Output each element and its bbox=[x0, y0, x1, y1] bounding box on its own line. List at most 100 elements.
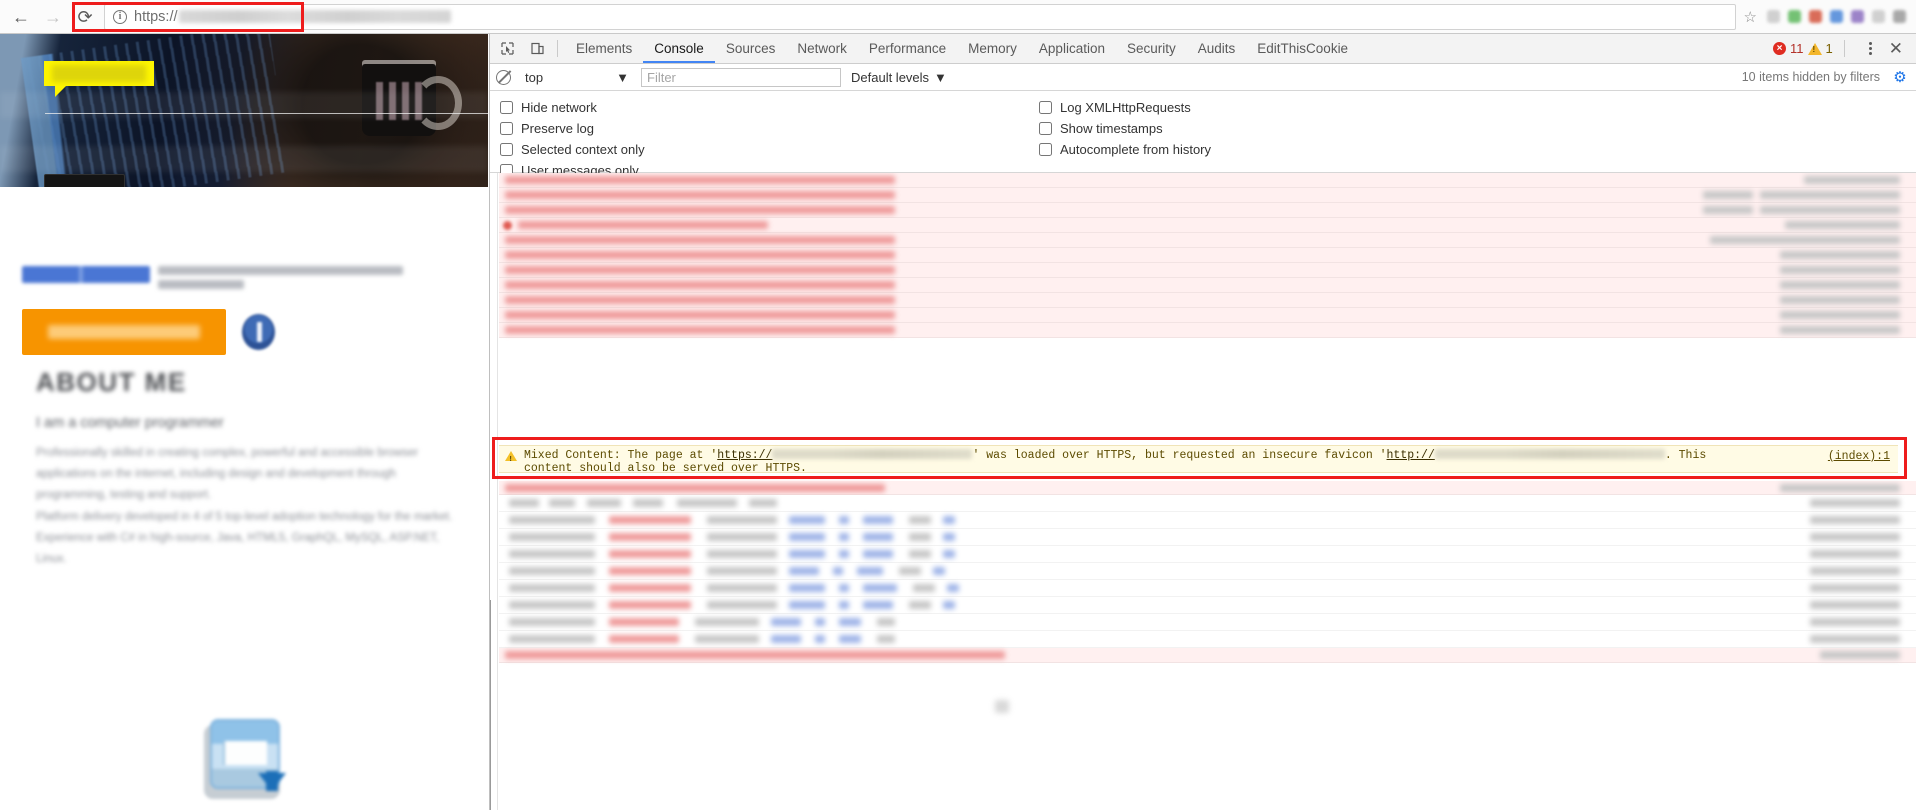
omnibox-wrapper: i https:// bbox=[104, 4, 1736, 30]
log-xhr-checkbox[interactable] bbox=[1039, 101, 1052, 114]
tab-console[interactable]: Console bbox=[643, 34, 715, 63]
console-error-row[interactable] bbox=[499, 203, 1916, 218]
download-free-guide-button[interactable] bbox=[22, 309, 226, 355]
status-divider bbox=[1844, 40, 1845, 57]
hero-banner bbox=[0, 34, 488, 187]
console-error-row[interactable] bbox=[499, 173, 1916, 188]
context-value: top bbox=[525, 70, 543, 85]
option-log-xhr[interactable]: Log XMLHttpRequests bbox=[1039, 97, 1211, 118]
console-error-row[interactable] bbox=[499, 648, 1916, 663]
source-link bbox=[1810, 618, 1900, 626]
option-preserve-log[interactable]: Preserve log bbox=[500, 118, 645, 139]
console-error-row[interactable] bbox=[499, 481, 1916, 495]
console-log-row[interactable] bbox=[499, 495, 1916, 512]
source-link-index[interactable]: (index):1 bbox=[1828, 450, 1890, 463]
option-hide-network[interactable]: Hide network bbox=[500, 97, 645, 118]
console-log-row[interactable] bbox=[499, 546, 1916, 563]
warning-part-2: ' was loaded over HTTPS, but requested a… bbox=[972, 449, 1386, 462]
source-link bbox=[1780, 281, 1900, 289]
console-error-row[interactable] bbox=[499, 323, 1916, 338]
star-icon[interactable]: ☆ bbox=[1744, 8, 1757, 26]
tab-audits[interactable]: Audits bbox=[1187, 34, 1247, 63]
reload-icon[interactable]: ⟳ bbox=[70, 3, 100, 31]
log-levels-dropdown[interactable]: Default levels ▼ bbox=[851, 70, 947, 85]
console-log-row[interactable] bbox=[499, 580, 1916, 597]
intro-badge-redacted bbox=[22, 266, 150, 283]
console-error-row[interactable] bbox=[499, 293, 1916, 308]
close-icon[interactable]: ✕ bbox=[1884, 40, 1908, 57]
hero-callout-redacted-text bbox=[52, 65, 146, 82]
win-dot-6 bbox=[1872, 10, 1885, 23]
chevron-down-icon-levels: ▼ bbox=[934, 70, 947, 85]
document-download-icon[interactable] bbox=[200, 717, 288, 805]
gear-icon[interactable]: ⚙ bbox=[1892, 69, 1908, 85]
win-dot-3 bbox=[1809, 10, 1822, 23]
kebab-menu-icon[interactable] bbox=[1862, 42, 1880, 55]
error-count-badge[interactable]: × 11 bbox=[1773, 41, 1804, 56]
filter-input[interactable] bbox=[641, 68, 841, 87]
tab-editthiscookie[interactable]: EditThisCookie bbox=[1246, 34, 1359, 63]
console-error-row[interactable] bbox=[499, 263, 1916, 278]
option-show-timestamps[interactable]: Show timestamps bbox=[1039, 118, 1211, 139]
https-link[interactable]: https:// bbox=[717, 449, 772, 462]
hide-network-checkbox[interactable] bbox=[500, 101, 513, 114]
console-log-row[interactable] bbox=[499, 614, 1916, 631]
web-page-viewport: ABOUT ME I am a computer programmer Prof… bbox=[0, 34, 488, 810]
console-error-row[interactable] bbox=[499, 278, 1916, 293]
source-link bbox=[1810, 533, 1900, 541]
console-message-list[interactable]: Mixed Content: The page at 'https://' wa… bbox=[490, 173, 1916, 810]
source-link bbox=[1810, 567, 1900, 575]
settings-column-left: Hide network Preserve log Selected conte… bbox=[500, 97, 645, 181]
console-log-row[interactable] bbox=[499, 631, 1916, 648]
console-error-row[interactable] bbox=[499, 218, 1916, 233]
preserve-log-checkbox[interactable] bbox=[500, 122, 513, 135]
about-paragraph-1: Professionally skilled in creating compl… bbox=[36, 443, 456, 506]
console-log-row[interactable] bbox=[499, 563, 1916, 580]
address-bar[interactable]: i https:// bbox=[104, 4, 1736, 30]
hidden-items-note: 10 items hidden by filters bbox=[1742, 70, 1880, 84]
tab-network[interactable]: Network bbox=[786, 34, 858, 63]
tab-application[interactable]: Application bbox=[1028, 34, 1116, 63]
hide-network-label: Hide network bbox=[521, 100, 597, 115]
warning-triangle-icon bbox=[505, 451, 517, 461]
back-arrow-icon[interactable]: ← bbox=[6, 3, 36, 31]
console-log-row[interactable] bbox=[499, 512, 1916, 529]
info-circle-icon[interactable]: i bbox=[113, 10, 127, 24]
hero-yellow-callout bbox=[44, 61, 154, 86]
mixed-content-warning-row[interactable]: Mixed Content: The page at 'https://' wa… bbox=[499, 445, 1898, 473]
tab-elements[interactable]: Elements bbox=[565, 34, 643, 63]
console-log-row[interactable] bbox=[499, 597, 1916, 614]
console-log-row[interactable] bbox=[499, 529, 1916, 546]
tab-security[interactable]: Security bbox=[1116, 34, 1187, 63]
inspect-element-icon[interactable] bbox=[494, 36, 520, 62]
show-timestamps-checkbox[interactable] bbox=[1039, 122, 1052, 135]
facebook-icon[interactable] bbox=[242, 314, 275, 350]
http-link[interactable]: http:// bbox=[1387, 449, 1435, 462]
source-link bbox=[1785, 221, 1900, 229]
option-autocomplete-history[interactable]: Autocomplete from history bbox=[1039, 139, 1211, 160]
devtools-tabbar: Elements Console Sources Network Perform… bbox=[490, 34, 1916, 64]
selected-context-label: Selected context only bbox=[521, 142, 645, 157]
warning-triangle-icon bbox=[1808, 43, 1822, 55]
console-error-row[interactable] bbox=[499, 233, 1916, 248]
warning-count-badge[interactable]: 1 bbox=[1808, 41, 1833, 56]
source-link bbox=[1780, 484, 1900, 492]
console-settings-panel: Hide network Preserve log Selected conte… bbox=[490, 91, 1916, 173]
autocomplete-history-checkbox[interactable] bbox=[1039, 143, 1052, 156]
option-selected-context-only[interactable]: Selected context only bbox=[500, 139, 645, 160]
device-toolbar-icon[interactable] bbox=[524, 36, 550, 62]
cursor-artifact bbox=[995, 700, 1009, 713]
source-link bbox=[1703, 191, 1900, 199]
console-error-row[interactable] bbox=[499, 248, 1916, 263]
clear-console-icon[interactable] bbox=[496, 70, 511, 85]
tab-memory[interactable]: Memory bbox=[957, 34, 1028, 63]
log-levels-label: Default levels bbox=[851, 70, 929, 85]
console-error-row[interactable] bbox=[499, 188, 1916, 203]
context-selector[interactable]: top ▼ bbox=[521, 68, 633, 87]
hero-band-1 bbox=[0, 92, 488, 118]
source-link bbox=[1810, 499, 1900, 507]
selected-context-checkbox[interactable] bbox=[500, 143, 513, 156]
tab-sources[interactable]: Sources bbox=[715, 34, 787, 63]
tab-performance[interactable]: Performance bbox=[858, 34, 957, 63]
console-error-row[interactable] bbox=[499, 308, 1916, 323]
